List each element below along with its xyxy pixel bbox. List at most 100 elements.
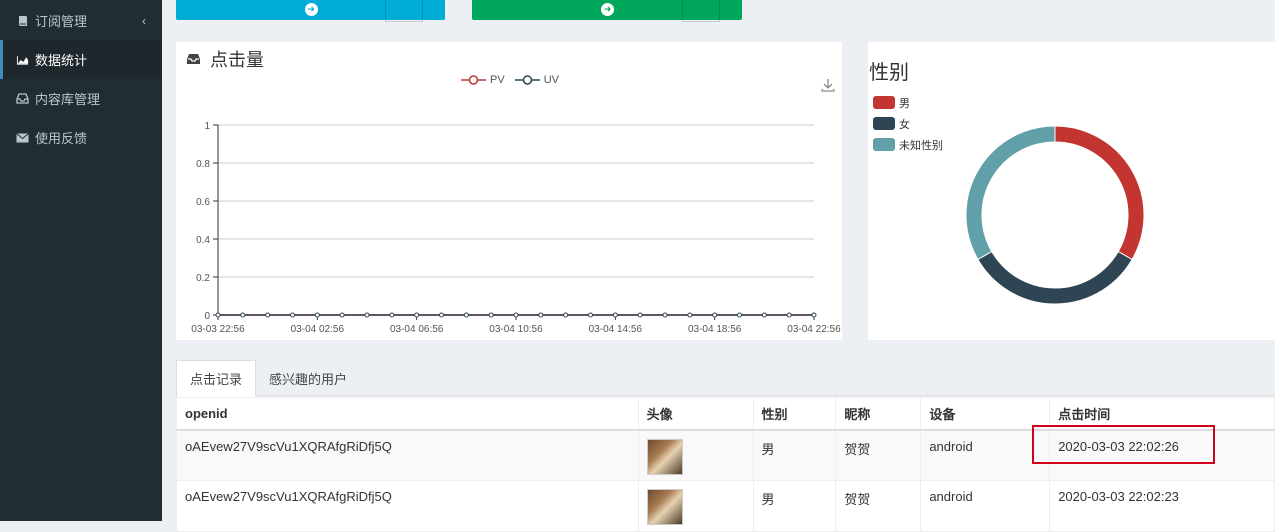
book-icon: [16, 14, 29, 27]
inbox-icon: [16, 92, 29, 105]
tab-interested-users[interactable]: 感兴趣的用户: [256, 360, 360, 396]
data-point: [786, 312, 792, 318]
data-point: [215, 312, 221, 318]
line-chart: 0 0.2 0.4 0.6 0.8 1 03-03 22:56 03-04 02:56 03-0…: [191, 121, 841, 335]
data-point: [662, 312, 668, 318]
avatar: [646, 489, 683, 525]
table-header-row: openid 头像 性别 昵称 设备 点击时间: [176, 397, 1275, 431]
table-row: oAEvew27V9scVu1XQRAfgRiDfj5Q 男 贺贺 androi…: [176, 429, 1275, 481]
data-point: [687, 312, 693, 318]
sidebar-item-content-library[interactable]: 内容库管理: [0, 79, 162, 118]
arrow-circle-right-icon: ➜: [601, 3, 614, 16]
x-tick-label: 03-04 18:56: [688, 324, 742, 335]
x-tick-label: 03-04 22:56: [787, 324, 841, 335]
x-tick-label: 03-04 06:56: [390, 324, 444, 335]
legend-label-pv: PV: [490, 74, 505, 86]
data-point: [240, 312, 246, 318]
button-divider: [682, 0, 720, 22]
data-point: [364, 312, 370, 318]
cell-nickname: 贺贺: [835, 480, 922, 532]
data-point: [563, 312, 569, 318]
legend-item-male[interactable]: 男: [873, 92, 943, 113]
envelope-icon: [16, 131, 29, 144]
gender-donut-chart: [965, 125, 1145, 305]
sidebar: 订阅管理 ‹ 数据统计 内容库管理 使用反馈: [0, 0, 162, 521]
inbox-icon: [186, 53, 201, 65]
y-tick-label: 1: [204, 121, 210, 132]
data-point: [811, 312, 817, 318]
cell-click-time: 2020-03-03 22:02:23: [1049, 480, 1275, 532]
tab-label: 感兴趣的用户: [269, 371, 348, 387]
cell-device: android: [920, 429, 1051, 481]
tab-click-records[interactable]: 点击记录: [176, 360, 257, 397]
gender-legend: 男 女 未知性别: [873, 92, 943, 155]
legend-label: 男: [899, 97, 910, 110]
data-point: [314, 312, 320, 318]
donut-slice-2[interactable]: [965, 125, 1056, 261]
donut-slice-1[interactable]: [977, 250, 1133, 305]
click-panel-title: 点击量: [210, 50, 264, 70]
cell-gender: 男: [752, 429, 837, 481]
click-records-table: openid 头像 性别 昵称 设备 点击时间 oAEvew27V9scVu1X…: [176, 397, 1275, 532]
data-point: [265, 312, 271, 318]
x-tick-label: 03-03 22:56: [191, 324, 245, 335]
legend-item-unknown[interactable]: 未知性别: [873, 134, 943, 155]
cell-avatar: [637, 480, 754, 532]
data-point: [761, 312, 767, 318]
click-panel-header: 点击量: [186, 46, 264, 72]
y-tick-label: 0.2: [196, 273, 210, 284]
y-tick-label: 0.8: [196, 159, 210, 170]
data-point: [737, 312, 742, 318]
data-point: [389, 312, 395, 318]
data-point: [488, 312, 494, 318]
more-info-button-blue[interactable]: ➜: [176, 0, 445, 22]
legend-item-pv[interactable]: PV: [461, 74, 505, 86]
column-header-click-time: 点击时间: [1049, 397, 1275, 431]
legend-swatch: [873, 117, 895, 130]
avatar: [646, 438, 683, 475]
sidebar-item-label: 数据统计: [35, 53, 88, 68]
column-header-openid: openid: [176, 397, 639, 431]
sidebar-item-feedback[interactable]: 使用反馈: [0, 118, 162, 157]
button-divider: [385, 0, 423, 22]
sidebar-item-label: 内容库管理: [35, 92, 101, 107]
data-point: [712, 312, 718, 318]
cell-click-time: 2020-03-03 22:02:26: [1049, 429, 1275, 481]
data-point: [439, 312, 444, 318]
cell-openid: oAEvew27V9scVu1XQRAfgRiDfj5Q: [176, 480, 639, 532]
data-point: [463, 312, 469, 318]
column-header-gender: 性别: [752, 397, 837, 431]
cell-gender: 男: [752, 480, 837, 532]
arrow-circle-right-icon: ➜: [304, 3, 318, 16]
data-point: [290, 312, 295, 318]
data-point: [513, 312, 519, 318]
sidebar-item-statistics[interactable]: 数据统计: [0, 40, 162, 79]
cell-openid: oAEvew27V9scVu1XQRAfgRiDfj5Q: [176, 429, 639, 481]
sidebar-item-subscription[interactable]: 订阅管理 ‹: [0, 1, 162, 40]
legend-swatch: [873, 138, 895, 151]
x-tick-label: 03-04 02:56: [291, 324, 345, 335]
record-tabs: 点击记录 感兴趣的用户: [176, 360, 1275, 397]
more-info-button-green[interactable]: ➜: [472, 0, 742, 22]
legend-swatch: [873, 96, 895, 109]
x-tick-label: 03-04 10:56: [489, 324, 543, 335]
chevron-left-icon[interactable]: ‹: [142, 14, 146, 28]
sidebar-item-label: 订阅管理: [35, 14, 88, 29]
tab-label: 点击记录: [190, 372, 243, 387]
donut-slice-0[interactable]: [1054, 125, 1145, 261]
data-point: [339, 312, 345, 318]
y-tick-label: 0.6: [196, 197, 210, 208]
download-icon[interactable]: [820, 77, 836, 98]
legend-item-female[interactable]: 女: [873, 113, 943, 134]
legend-item-uv[interactable]: UV: [514, 74, 559, 86]
cell-nickname: 贺贺: [835, 429, 922, 481]
y-tick-label: 0.4: [196, 235, 210, 246]
legend-label-uv: UV: [543, 74, 559, 86]
cell-device: android: [920, 480, 1051, 532]
legend-label: 女: [899, 118, 910, 131]
cell-avatar: [637, 429, 754, 481]
column-header-avatar: 头像: [637, 397, 754, 431]
x-tick-label: 03-04 14:56: [589, 324, 643, 335]
sidebar-item-label: 使用反馈: [35, 131, 88, 146]
data-point: [612, 312, 618, 318]
